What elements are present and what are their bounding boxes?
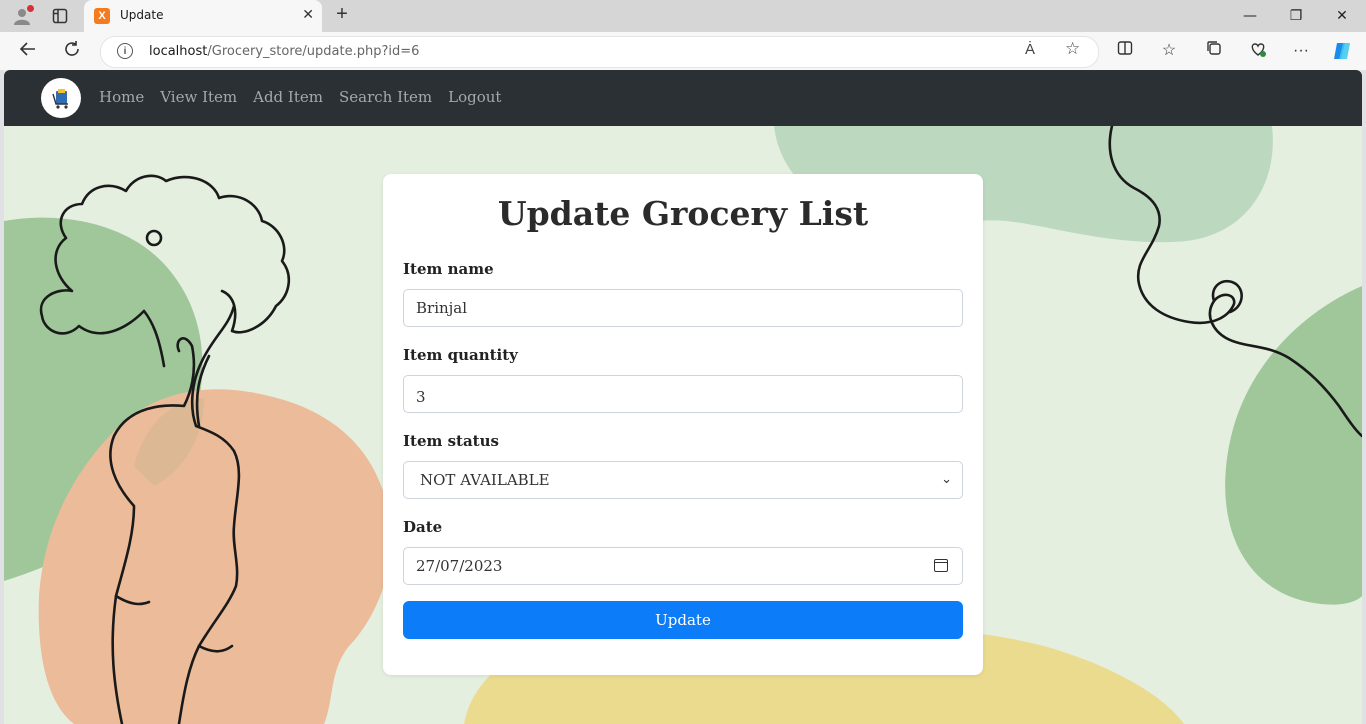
nav-link-add-item[interactable]: Add Item xyxy=(253,88,323,106)
favorites-icon[interactable]: ☆ xyxy=(1158,40,1180,62)
update-button[interactable]: Update xyxy=(403,601,963,639)
copilot-icon[interactable] xyxy=(1331,40,1353,62)
item-status-select[interactable]: NOT AVAILABLE ⌄ xyxy=(403,461,963,499)
close-window-icon[interactable]: ✕ xyxy=(1319,4,1365,28)
url-path: /Grocery_store/update.php?id=6 xyxy=(207,44,420,59)
page-title: Update Grocery List xyxy=(497,194,869,233)
split-screen-icon[interactable] xyxy=(1114,40,1136,62)
nav-link-view-item[interactable]: View Item xyxy=(160,88,237,106)
restore-icon[interactable]: ❐ xyxy=(1273,4,1319,28)
browser-tab-strip: X Update ✕ + — ❐ ✕ xyxy=(0,0,1366,32)
update-form-card: Update Grocery List Item name Brinjal It… xyxy=(383,174,983,675)
url-text[interactable]: localhost/Grocery_store/update.php?id=6 xyxy=(149,44,419,59)
chevron-down-icon: ⌄ xyxy=(941,472,952,487)
date-value: 27/07/2023 xyxy=(416,557,503,575)
close-tab-icon[interactable]: ✕ xyxy=(302,6,314,23)
new-tab-icon[interactable]: + xyxy=(330,3,354,26)
top-navbar: Home View Item Add Item Search Item Logo… xyxy=(4,70,1362,126)
collections-icon[interactable] xyxy=(1203,40,1225,62)
date-label: Date xyxy=(403,518,443,536)
nav-link-home[interactable]: Home xyxy=(99,88,144,106)
item-quantity-label: Item quantity xyxy=(403,346,518,364)
profile-notification-dot xyxy=(27,5,34,12)
back-icon[interactable] xyxy=(16,40,40,64)
browser-essentials-icon[interactable] xyxy=(1247,40,1269,62)
grocery-logo[interactable] xyxy=(41,78,81,118)
item-name-input[interactable]: Brinjal xyxy=(403,289,963,327)
more-options-icon[interactable]: ··· xyxy=(1290,40,1312,62)
item-status-value: NOT AVAILABLE xyxy=(420,471,550,489)
tab-update[interactable]: X Update ✕ xyxy=(84,0,322,32)
address-bar[interactable]: i localhost/Grocery_store/update.php?id=… xyxy=(100,36,1099,68)
nav-link-logout[interactable]: Logout xyxy=(448,88,501,106)
item-quantity-input[interactable]: 3 xyxy=(403,375,963,413)
refresh-icon[interactable] xyxy=(60,40,84,64)
favorite-star-icon[interactable]: ☆ xyxy=(1065,39,1080,59)
tab-actions-icon[interactable] xyxy=(48,4,72,28)
page-viewport: Home View Item Add Item Search Item Logo… xyxy=(4,70,1362,724)
date-input[interactable]: 27/07/2023 xyxy=(403,547,963,585)
tab-title: Update xyxy=(120,8,164,22)
item-name-label: Item name xyxy=(403,260,494,278)
url-host: localhost xyxy=(149,44,208,59)
nav-link-search-item[interactable]: Search Item xyxy=(339,88,432,106)
read-aloud-icon[interactable]: Ȧ xyxy=(1025,41,1035,58)
address-toolbar: i localhost/Grocery_store/update.php?id=… xyxy=(0,32,1366,70)
calendar-icon[interactable] xyxy=(934,559,948,572)
item-status-label: Item status xyxy=(403,432,499,450)
minimize-icon[interactable]: — xyxy=(1227,4,1273,28)
xampp-favicon-icon: X xyxy=(94,8,110,24)
nav-links: Home View Item Add Item Search Item Logo… xyxy=(99,88,501,106)
site-info-icon[interactable]: i xyxy=(117,43,133,59)
